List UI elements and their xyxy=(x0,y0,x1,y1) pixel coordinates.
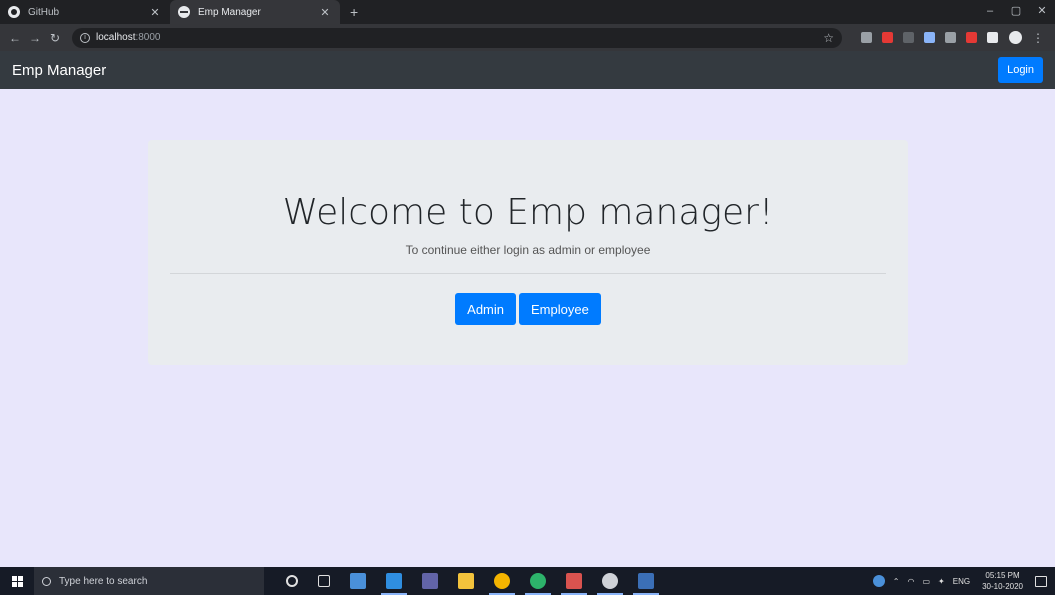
search-icon xyxy=(42,576,51,586)
app-icon[interactable] xyxy=(633,573,659,595)
welcome-lead-text: To continue either login as admin or emp… xyxy=(405,243,651,257)
minimize-button[interactable]: – xyxy=(977,0,1003,24)
battery-icon[interactable]: ▭ xyxy=(922,577,930,586)
profile-avatar-icon[interactable] xyxy=(1009,31,1022,44)
file-explorer-icon[interactable] xyxy=(458,573,474,589)
chrome-icon[interactable] xyxy=(489,573,515,595)
navbar-brand[interactable]: Emp Manager xyxy=(12,62,106,79)
pdf-extension-icon[interactable] xyxy=(882,32,893,43)
welcome-heading: Welcome to Emp manager! xyxy=(282,192,774,233)
role-buttons: Admin Employee xyxy=(148,293,908,325)
address-bar[interactable]: i localhost:8000 ☆ xyxy=(72,27,842,48)
clock-date: 30-10-2020 xyxy=(982,582,1023,591)
employee-button[interactable]: Employee xyxy=(519,293,601,325)
extension-icon[interactable] xyxy=(966,32,977,43)
extensions-bar: ⋮ xyxy=(856,31,1044,45)
extension-icon[interactable] xyxy=(861,32,872,43)
start-button[interactable] xyxy=(0,567,34,595)
windows-logo-icon xyxy=(11,575,23,587)
info-icon[interactable]: i xyxy=(80,32,90,43)
system-tray: ⌃ ◠ ▭ ✦ ENG 05:15 PM 30-10-2020 xyxy=(869,570,1055,592)
extension-icon[interactable] xyxy=(903,32,914,43)
browser-tab-strip: GitHub ✕ Emp Manager ✕ + – ▢ ✕ xyxy=(0,0,1055,24)
admin-button[interactable]: Admin xyxy=(455,293,517,325)
git-icon[interactable] xyxy=(525,573,551,595)
wifi-icon[interactable]: ◠ xyxy=(907,577,914,586)
tab-github[interactable]: GitHub ✕ xyxy=(0,0,170,24)
welcome-jumbotron: Welcome to Emp manager! To continue eith… xyxy=(148,140,908,365)
window-controls: – ▢ ✕ xyxy=(977,0,1055,24)
extension-icon[interactable] xyxy=(924,32,935,43)
back-icon[interactable]: ← xyxy=(6,31,24,45)
bookmark-star-icon[interactable]: ☆ xyxy=(823,31,834,45)
browser-toolbar: ← → ↻ i localhost:8000 ☆ ⋮ xyxy=(0,24,1055,51)
dropbox-icon[interactable]: ✦ xyxy=(938,577,945,586)
url-port: :8000 xyxy=(135,32,161,43)
extension-icon[interactable] xyxy=(945,32,956,43)
mail-icon[interactable] xyxy=(350,573,366,589)
tab-title: GitHub xyxy=(28,6,60,18)
language-indicator[interactable]: ENG xyxy=(953,577,970,586)
teams-icon[interactable] xyxy=(422,573,438,589)
close-window-button[interactable]: ✕ xyxy=(1029,0,1055,24)
clock[interactable]: 05:15 PM 30-10-2020 xyxy=(982,570,1023,592)
settings-icon[interactable] xyxy=(597,573,623,595)
login-button[interactable]: Login xyxy=(998,57,1043,83)
app-icon[interactable] xyxy=(561,573,587,595)
app-navbar: Emp Manager Login xyxy=(0,51,1055,89)
github-icon xyxy=(8,6,20,18)
new-tab-button[interactable]: + xyxy=(340,0,368,24)
windows-taskbar: Type here to search ⌃ ◠ ▭ ✦ ENG 05:15 PM… xyxy=(0,567,1055,595)
tab-title: Emp Manager xyxy=(198,6,261,18)
maximize-button[interactable]: ▢ xyxy=(1003,0,1029,24)
notification-icon[interactable] xyxy=(1035,575,1047,587)
taskbar-apps xyxy=(276,573,664,595)
reload-icon[interactable]: ↻ xyxy=(46,31,64,45)
clock-time: 05:15 PM xyxy=(985,571,1020,580)
url-host: localhost xyxy=(96,32,136,43)
puzzle-icon[interactable] xyxy=(987,32,998,43)
vscode-icon[interactable] xyxy=(381,573,407,595)
close-icon[interactable]: ✕ xyxy=(148,6,162,19)
forward-icon[interactable]: → xyxy=(26,31,44,45)
divider xyxy=(170,273,886,274)
more-menu-icon[interactable]: ⋮ xyxy=(1032,31,1044,45)
search-placeholder: Type here to search xyxy=(59,575,148,587)
tab-emp-manager[interactable]: Emp Manager ✕ xyxy=(170,0,340,24)
globe-icon xyxy=(178,6,190,18)
help-icon[interactable] xyxy=(872,575,885,587)
chevron-up-icon[interactable]: ⌃ xyxy=(893,577,900,586)
taskbar-search[interactable]: Type here to search xyxy=(34,567,264,595)
close-icon[interactable]: ✕ xyxy=(318,6,332,19)
cortana-icon[interactable] xyxy=(286,575,298,587)
task-view-icon[interactable] xyxy=(318,575,330,587)
